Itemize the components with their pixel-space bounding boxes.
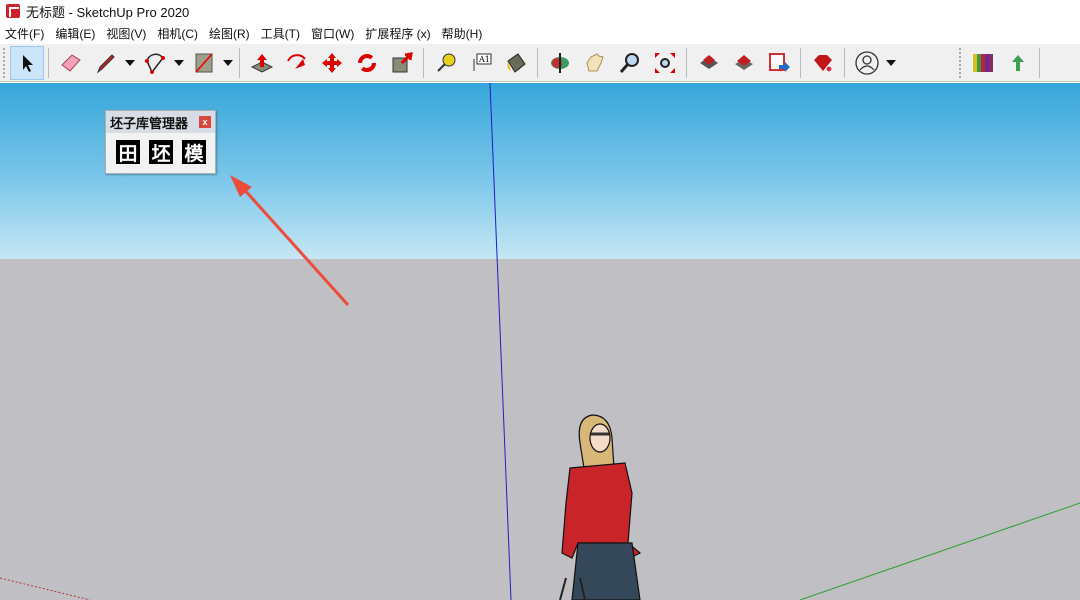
pan-tool-button[interactable]	[578, 46, 612, 80]
separator	[239, 47, 240, 78]
zoom-extents-tool-button[interactable]	[648, 46, 682, 80]
orbit-tool-button[interactable]	[543, 46, 577, 80]
push-pull-tool-button[interactable]	[245, 46, 279, 80]
pencil-tool-button[interactable]	[89, 46, 123, 80]
select-tool-button[interactable]	[9, 45, 44, 80]
person-figure	[559, 414, 642, 600]
eraser-icon	[60, 53, 81, 72]
window-title: 无标题 - SketchUp Pro 2020	[26, 4, 190, 20]
arc-icon	[144, 53, 165, 74]
menu-camera[interactable]: 相机(C)	[152, 25, 204, 42]
menu-file[interactable]: 文件(F)	[0, 25, 50, 42]
separator	[800, 47, 801, 78]
upload-button[interactable]	[1001, 46, 1035, 80]
separator	[537, 47, 538, 78]
text-label-icon: A1	[473, 53, 491, 71]
extension-manager-button[interactable]	[806, 46, 840, 80]
3d-viewport[interactable]: 坯子库管理器 x 田 坯 模	[0, 83, 1080, 600]
rotate-tool-button[interactable]	[350, 46, 384, 80]
move-icon	[321, 52, 342, 73]
separator	[48, 47, 49, 78]
user-icon	[854, 50, 879, 75]
push-pull-icon	[250, 53, 273, 73]
pencil-dropdown[interactable]	[123, 60, 137, 66]
arc-tool-button[interactable]	[138, 46, 172, 80]
menu-extensions[interactable]: 扩展程序 (x)	[360, 25, 436, 42]
up-arrow-icon	[1011, 54, 1024, 71]
hand-icon	[585, 52, 604, 71]
annotation-arrow	[230, 175, 350, 307]
account-button[interactable]	[850, 46, 884, 80]
arc-dropdown[interactable]	[172, 60, 186, 66]
rectangle-icon	[194, 53, 213, 72]
menu-edit[interactable]: 编辑(E)	[50, 25, 101, 42]
styles-button[interactable]	[966, 46, 1000, 80]
title-bar: 无标题 - SketchUp Pro 2020	[0, 0, 1080, 22]
extension-warehouse-button[interactable]	[727, 46, 761, 80]
separator	[844, 47, 845, 78]
menu-window[interactable]: 窗口(W)	[306, 25, 360, 42]
follow-me-tool-button[interactable]	[280, 46, 314, 80]
grid-button[interactable]: 田	[116, 140, 140, 165]
paint-bucket-icon	[506, 52, 526, 73]
green-axis	[799, 502, 1080, 600]
text-tool-button[interactable]: A1	[464, 46, 498, 80]
svg-text:A1: A1	[478, 55, 490, 64]
cursor-icon	[22, 54, 33, 72]
extension-warehouse-icon	[734, 54, 753, 70]
sketchup-logo-icon	[6, 4, 20, 18]
layout-icon	[768, 52, 790, 72]
rectangle-dropdown[interactable]	[221, 60, 235, 66]
layout-button[interactable]	[762, 46, 796, 80]
3d-warehouse-button[interactable]	[692, 46, 726, 80]
zoom-extents-icon	[654, 52, 675, 73]
plugin-panel-title: 坯子库管理器	[110, 115, 189, 131]
rectangle-tool-button[interactable]	[187, 46, 221, 80]
menu-draw[interactable]: 绘图(R)	[204, 25, 256, 42]
scale-tool-button[interactable]	[385, 46, 419, 80]
magnifier-icon	[619, 52, 639, 73]
menu-help[interactable]: 帮助(H)	[437, 25, 489, 42]
account-dropdown[interactable]	[884, 60, 898, 66]
pizi-button[interactable]: 坯	[149, 140, 173, 165]
zoom-tool-button[interactable]	[613, 46, 647, 80]
ruby-gem-icon	[813, 54, 832, 72]
scale-icon	[392, 51, 413, 72]
follow-me-icon	[286, 53, 306, 69]
rotate-icon	[357, 53, 376, 72]
toolbar: A1	[0, 44, 1080, 82]
pencil-icon	[96, 53, 115, 73]
move-tool-button[interactable]	[315, 46, 349, 80]
red-axis	[0, 577, 91, 600]
close-icon[interactable]: x	[199, 116, 211, 128]
separator	[423, 47, 424, 78]
menu-view[interactable]: 视图(V)	[101, 25, 152, 42]
plugin-panel-header[interactable]: 坯子库管理器 x	[106, 111, 215, 133]
orbit-icon	[550, 52, 569, 73]
eraser-tool-button[interactable]	[54, 46, 88, 80]
blue-axis	[489, 83, 512, 600]
color-bars-icon	[972, 53, 993, 72]
tape-measure-tool-button[interactable]	[429, 46, 463, 80]
tape-measure-icon	[436, 53, 455, 72]
paint-bucket-tool-button[interactable]	[499, 46, 533, 80]
toolbar-grip[interactable]	[959, 47, 962, 78]
plugin-panel: 坯子库管理器 x 田 坯 模	[105, 110, 216, 174]
menu-tools[interactable]: 工具(T)	[256, 25, 306, 42]
warehouse-icon	[699, 54, 718, 69]
menu-bar: 文件(F) 编辑(E) 视图(V) 相机(C) 绘图(R) 工具(T) 窗口(W…	[0, 23, 488, 43]
model-button[interactable]: 模	[182, 140, 206, 165]
toolbar-grip[interactable]	[3, 47, 6, 78]
separator	[1039, 47, 1040, 78]
separator	[686, 47, 687, 78]
